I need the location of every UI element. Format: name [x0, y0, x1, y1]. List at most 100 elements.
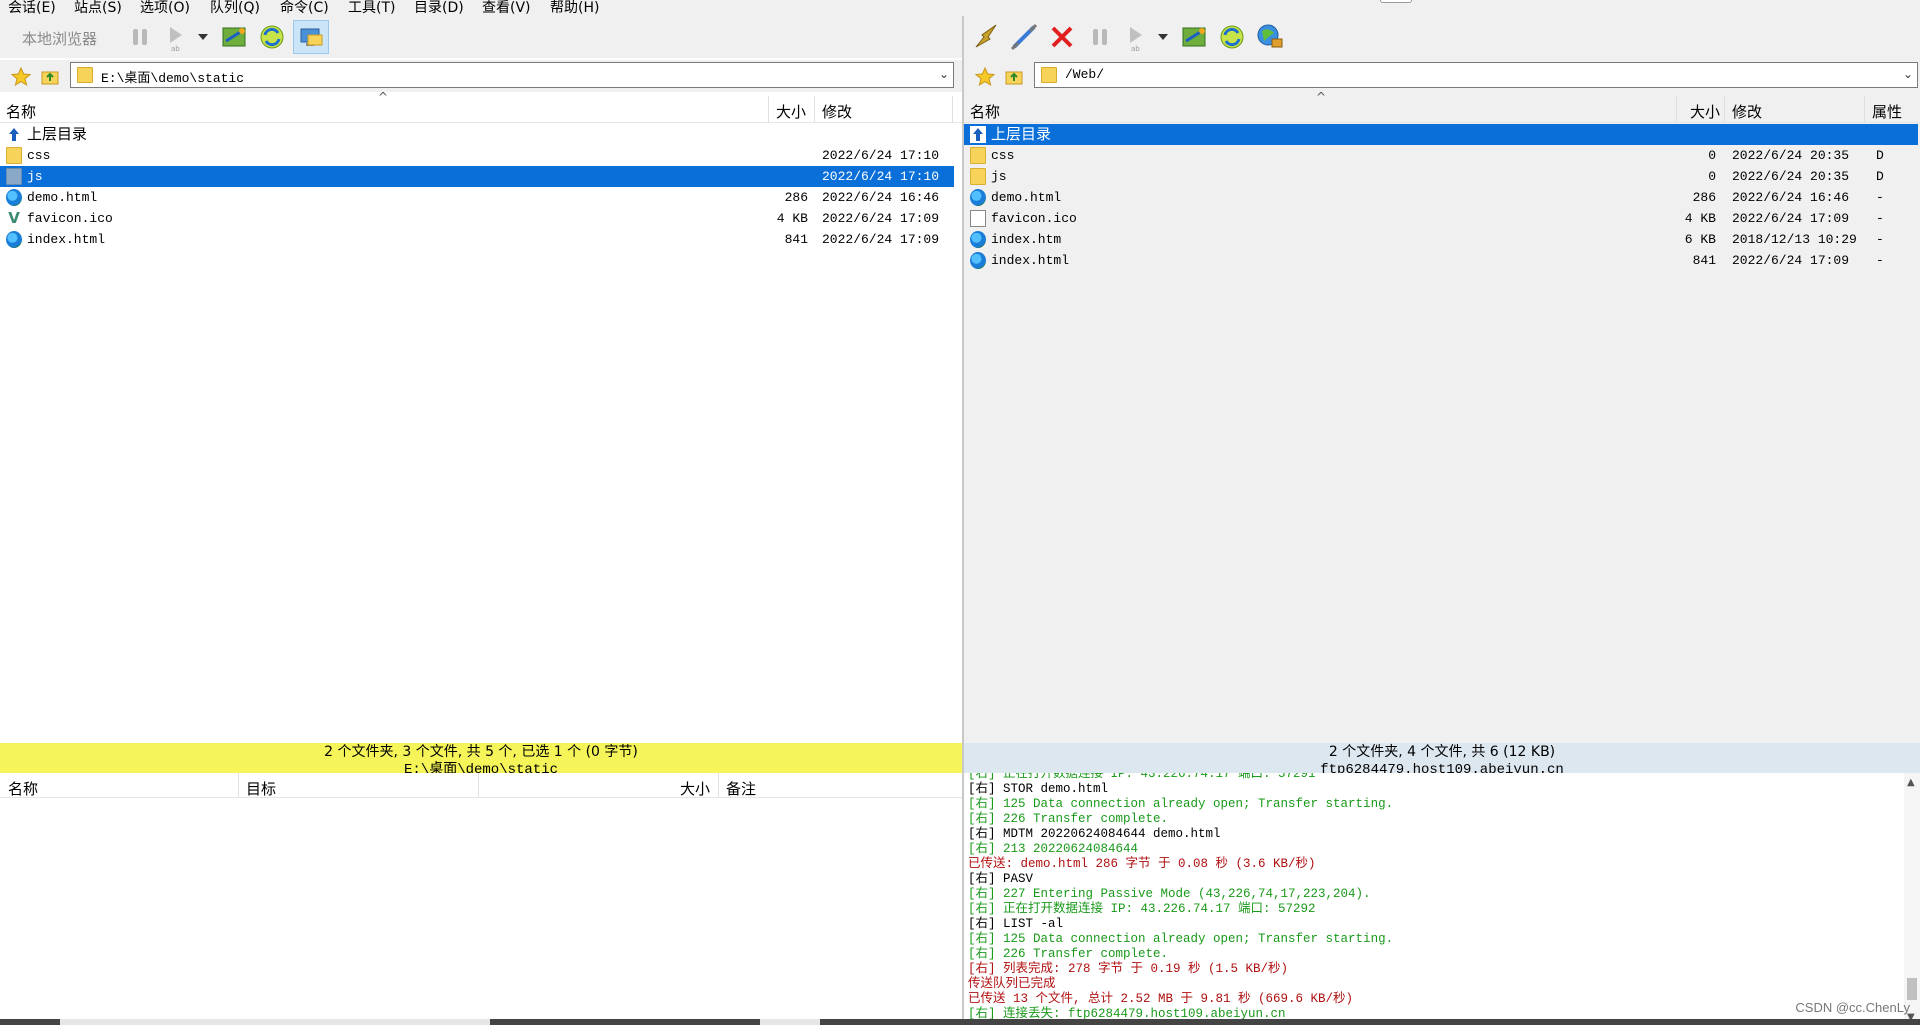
edge-icon	[970, 189, 986, 206]
column-size[interactable]: 大小	[776, 101, 806, 122]
list-item[interactable]: js 0 2022/6/24 20:35 D	[964, 166, 1920, 187]
disconnect-icon[interactable]	[1008, 21, 1040, 53]
list-item[interactable]: index.html 841 2022/6/24 17:09 -	[964, 250, 1920, 271]
log-line: [右] 列表完成: 278 字节 于 0.19 秒 (1.5 KB/秒)	[968, 962, 1289, 976]
list-item[interactable]: demo.html 286 2022/6/24 16:46	[0, 187, 962, 208]
column-divider[interactable]	[718, 773, 719, 797]
pause-icon[interactable]	[1084, 21, 1116, 53]
menu-bar: 会话(E) 站点(S) 选项(O) 队列(Q) 命令(C) 工具(T) 目录(D…	[0, 0, 1920, 16]
vue-icon: V	[8, 209, 20, 227]
file-modified: 2022/6/24 17:09	[1732, 253, 1850, 268]
column-divider[interactable]	[768, 96, 769, 122]
list-item-selected[interactable]: 上层目录	[964, 124, 1918, 145]
file-size: 286	[1692, 190, 1716, 205]
chevron-down-icon[interactable]: ⌄	[1903, 67, 1913, 81]
file-size: 4 KB	[776, 211, 808, 226]
file-size: 0	[1708, 169, 1716, 184]
list-item[interactable]: demo.html 286 2022/6/24 16:46 -	[964, 187, 1920, 208]
parent-folder-icon[interactable]	[1003, 66, 1025, 88]
queue-column-note[interactable]: 备注	[726, 778, 756, 799]
menu-tools[interactable]: 工具(T)	[348, 0, 395, 16]
local-address-bar: E:\桌面\demo\static ⌄	[0, 60, 962, 92]
column-size[interactable]: 大小	[1690, 101, 1720, 122]
column-divider[interactable]	[1864, 96, 1865, 122]
up-arrow-icon	[970, 126, 986, 143]
sync-browse-icon[interactable]	[1178, 21, 1210, 53]
log-line: [右] 213 20220624084644	[968, 842, 1139, 856]
refresh-icon[interactable]	[256, 21, 288, 53]
edge-icon	[970, 252, 986, 269]
favorites-star-icon[interactable]	[10, 66, 32, 88]
log-line: [右] STOR demo.html	[968, 782, 1109, 796]
file-modified: 2022/6/24 17:09	[822, 232, 940, 247]
list-item[interactable]: index.html 841 2022/6/24 17:09	[0, 229, 962, 250]
column-divider[interactable]	[1676, 96, 1677, 122]
queue-column-size[interactable]: 大小	[680, 778, 710, 799]
scroll-thumb[interactable]	[1907, 978, 1917, 1000]
menu-help[interactable]: 帮助(H)	[550, 0, 599, 16]
menu-session[interactable]: 会话(E)	[8, 0, 56, 16]
chevron-down-icon[interactable]: ⌄	[939, 67, 949, 81]
log-line: [右] 226 Transfer complete.	[968, 812, 1169, 826]
column-name[interactable]: 名称	[6, 101, 36, 122]
list-item[interactable]: favicon.ico 4 KB 2022/6/24 17:09 -	[964, 208, 1920, 229]
file-name: 上层目录	[991, 125, 1052, 143]
pause-icon[interactable]	[124, 21, 156, 53]
file-attributes: -	[1876, 190, 1884, 205]
queue-column-target[interactable]: 目标	[246, 778, 276, 799]
file-name: index.html	[991, 253, 1070, 268]
column-divider[interactable]	[238, 773, 239, 797]
column-name[interactable]: 名称	[970, 101, 1000, 122]
file-name: favicon.ico	[991, 211, 1077, 226]
column-attributes[interactable]: 属性	[1872, 101, 1902, 122]
favorites-star-icon[interactable]	[974, 66, 996, 88]
list-item[interactable]: css 2022/6/24 17:10	[0, 145, 962, 166]
file-attributes: D	[1876, 148, 1884, 163]
remote-path-input[interactable]: /Web/ ⌄	[1034, 62, 1918, 88]
menu-sites[interactable]: 站点(S)	[74, 0, 122, 16]
queue-column-name[interactable]: 名称	[8, 778, 38, 799]
column-divider[interactable]	[478, 773, 479, 797]
list-item-selected[interactable]: js 2022/6/24 17:10	[0, 166, 954, 187]
file-attributes: -	[1876, 211, 1884, 226]
connect-icon[interactable]	[970, 21, 1002, 53]
file-name: js	[27, 169, 43, 184]
close-icon[interactable]	[1046, 21, 1078, 53]
menu-directory[interactable]: 目录(D)	[414, 0, 464, 16]
menu-commands[interactable]: 命令(C)	[280, 0, 329, 16]
log-line: 传送队列已完成	[968, 977, 1056, 991]
parent-folder-icon[interactable]	[39, 66, 61, 88]
local-browser-label: 本地浏览器	[22, 30, 98, 48]
column-divider[interactable]	[814, 96, 815, 122]
scroll-up-icon[interactable]: ▲	[1907, 777, 1915, 788]
log-line: [右] 227 Entering Passive Mode (43,226,74…	[968, 887, 1371, 901]
column-divider[interactable]	[1724, 96, 1725, 122]
list-item[interactable]: index.htm 6 KB 2018/12/13 10:29 -	[964, 229, 1920, 250]
transfer-queue: 名称 目标 大小 备注	[0, 773, 964, 1025]
menu-options[interactable]: 选项(O)	[140, 0, 190, 16]
list-item[interactable]: css 0 2022/6/24 20:35 D	[964, 145, 1920, 166]
local-view-toggle[interactable]	[293, 20, 329, 54]
column-modified[interactable]: 修改	[1732, 101, 1762, 122]
refresh-icon[interactable]	[1216, 21, 1248, 53]
chevron-down-icon[interactable]	[196, 21, 210, 53]
file-attributes: -	[1876, 253, 1884, 268]
file-attributes: D	[1876, 169, 1884, 184]
local-path-input[interactable]: E:\桌面\demo\static ⌄	[70, 62, 954, 88]
list-item[interactable]: 上层目录	[0, 124, 962, 145]
menu-view[interactable]: 查看(V)	[482, 0, 531, 16]
list-item[interactable]: V favicon.ico 4 KB 2022/6/24 17:09	[0, 208, 962, 229]
column-modified[interactable]: 修改	[822, 101, 852, 122]
file-size: 841	[784, 232, 808, 247]
column-divider[interactable]	[952, 96, 953, 122]
remote-toolbar: ab	[964, 16, 1920, 58]
menu-queue[interactable]: 队列(Q)	[210, 0, 260, 16]
log-line: [右] 226 Transfer complete.	[968, 947, 1169, 961]
file-name: css	[991, 148, 1015, 163]
sync-browse-icon[interactable]	[218, 21, 250, 53]
transfer-icon[interactable]: ab	[162, 21, 194, 53]
transfer-icon[interactable]: ab	[1122, 21, 1154, 53]
globe-icon[interactable]	[1254, 21, 1286, 53]
chevron-down-icon[interactable]	[1156, 21, 1170, 53]
log-scrollbar[interactable]: ▲ ▼	[1904, 773, 1920, 1025]
